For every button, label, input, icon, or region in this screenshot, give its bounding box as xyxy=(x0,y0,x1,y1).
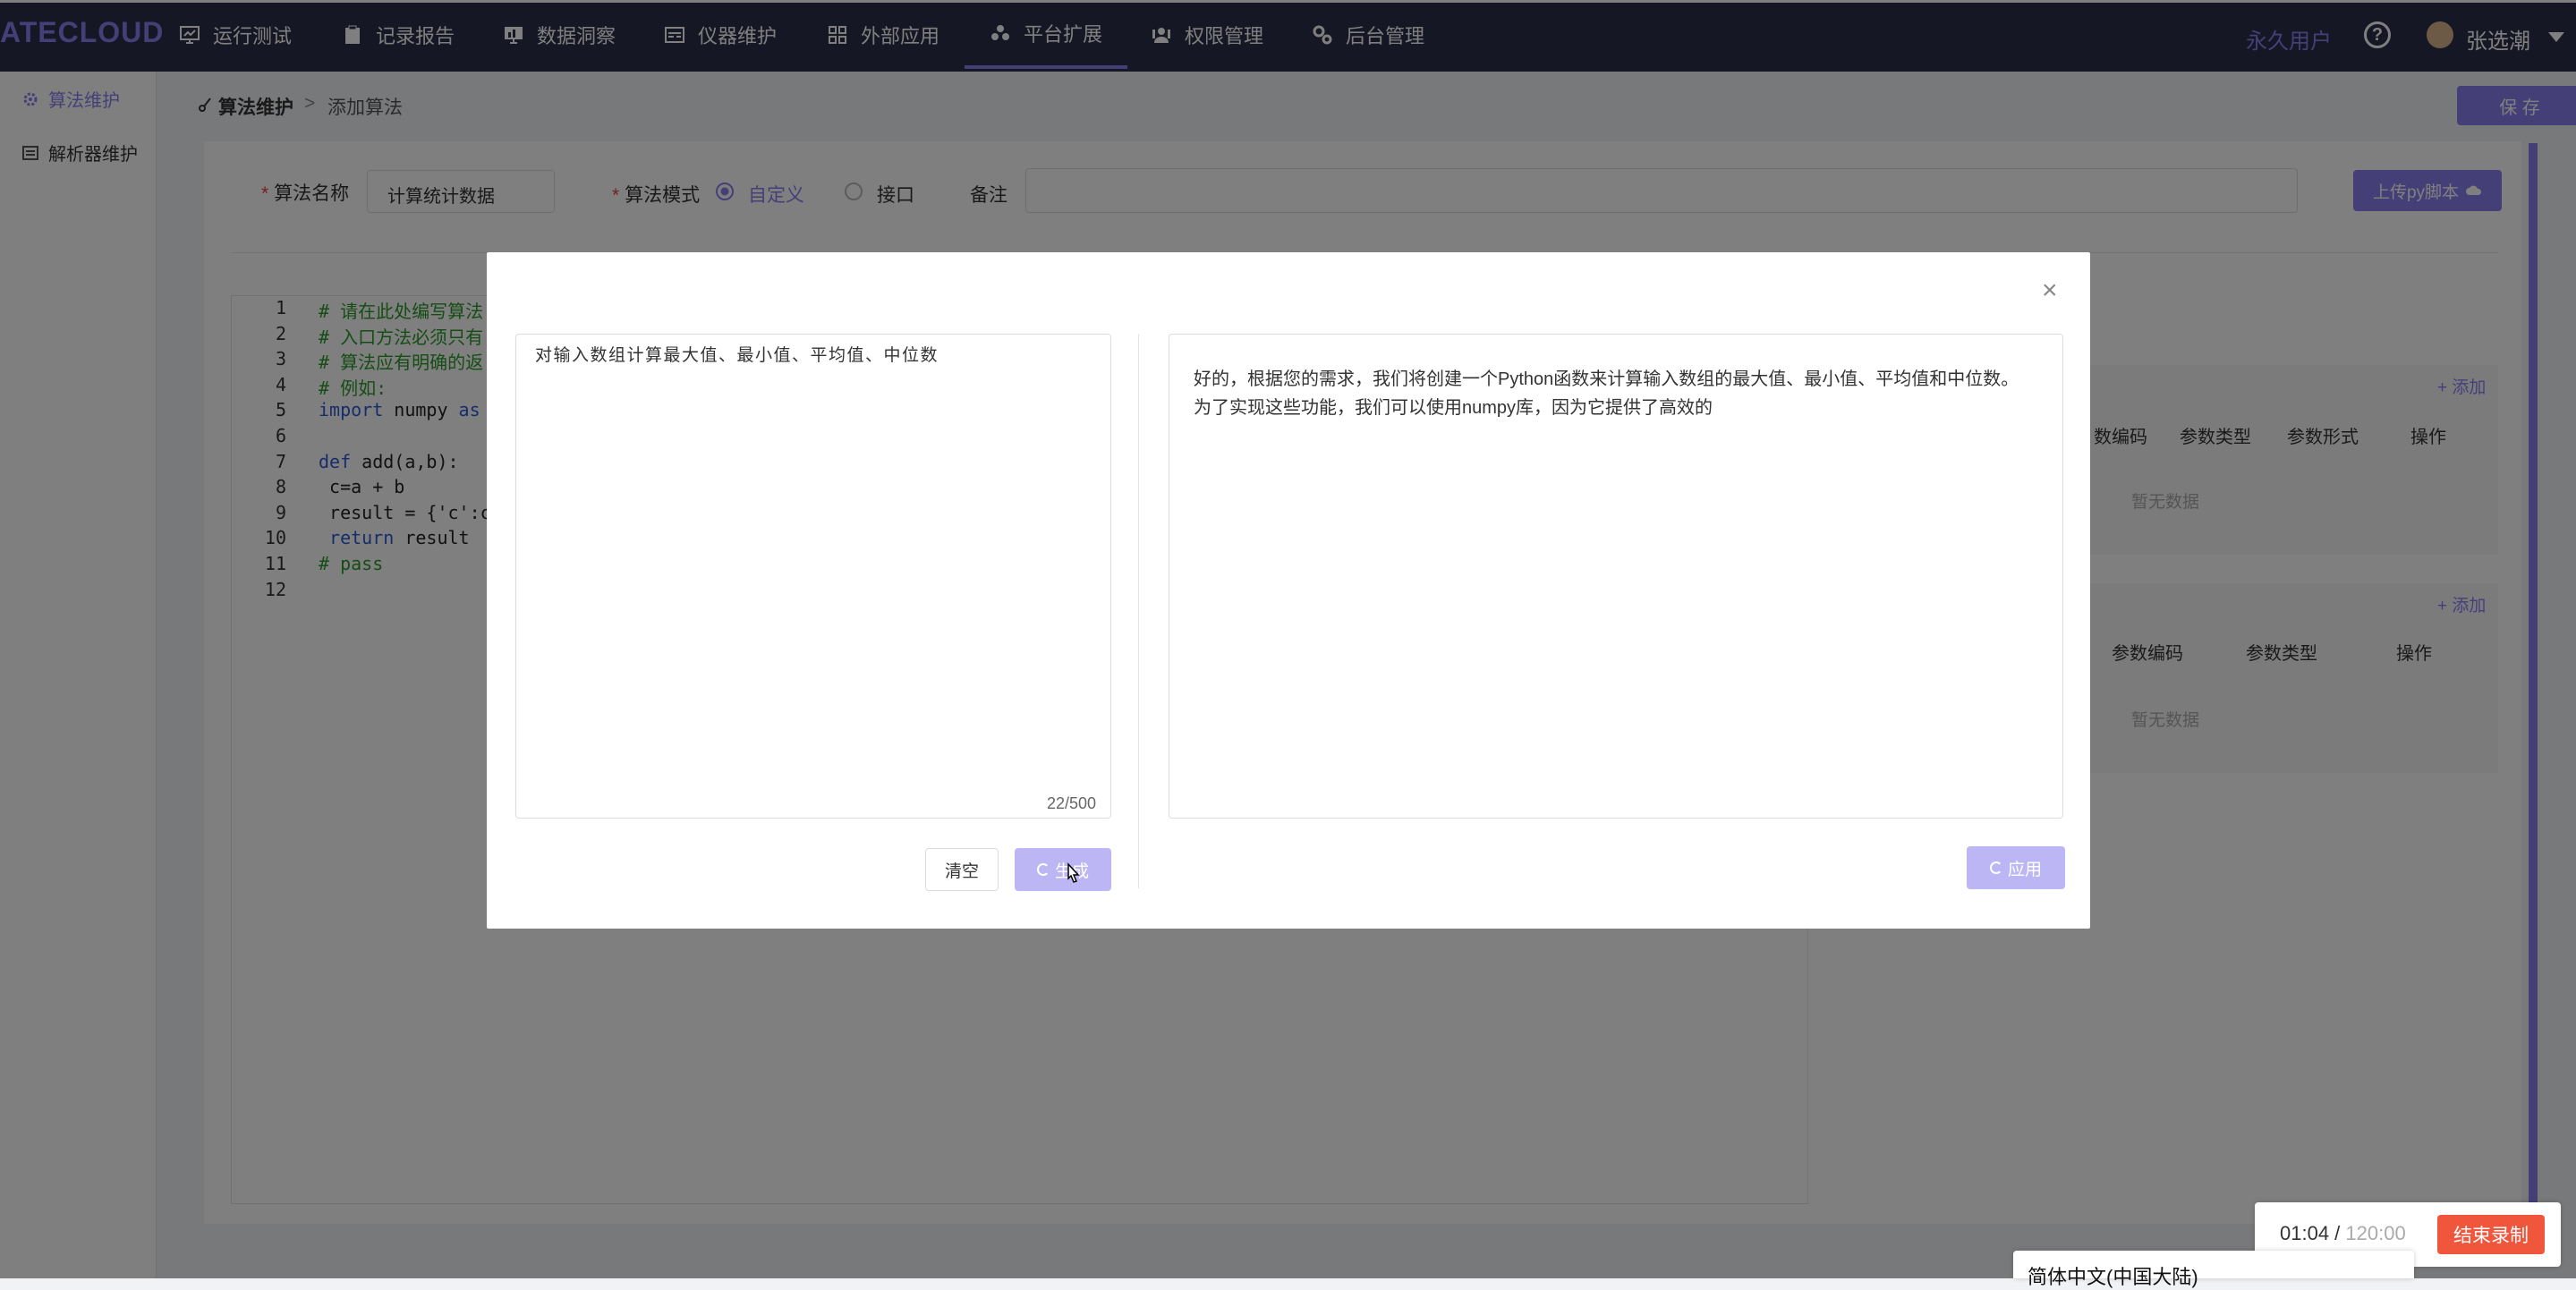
result-text: 好的，根据您的需求，我们将创建一个Python函数来计算输入数组的最大值、最小值… xyxy=(1194,369,2019,418)
prompt-text: 对输入数组计算最大值、最小值、平均值、中位数 xyxy=(535,346,939,365)
apply-label: 应用 xyxy=(2007,860,2042,879)
mouse-cursor-icon xyxy=(1067,862,1080,883)
char-counter: 22/500 xyxy=(1047,794,1097,812)
close-icon[interactable]: × xyxy=(2042,276,2058,306)
prompt-textarea[interactable] xyxy=(515,334,1111,819)
loading-icon xyxy=(1036,863,1050,876)
recording-timer: 01:04 / 120:00 xyxy=(2280,1222,2406,1244)
loading-icon xyxy=(1989,861,2002,874)
clear-button[interactable]: 清空 xyxy=(925,848,999,891)
apply-button[interactable]: 应用 xyxy=(1967,846,2065,889)
language-option[interactable]: 简体中文(中国大陆) xyxy=(2028,1261,2198,1290)
dialog-divider xyxy=(1138,334,1139,888)
stop-recording-button[interactable]: 结束录制 xyxy=(2437,1215,2545,1254)
